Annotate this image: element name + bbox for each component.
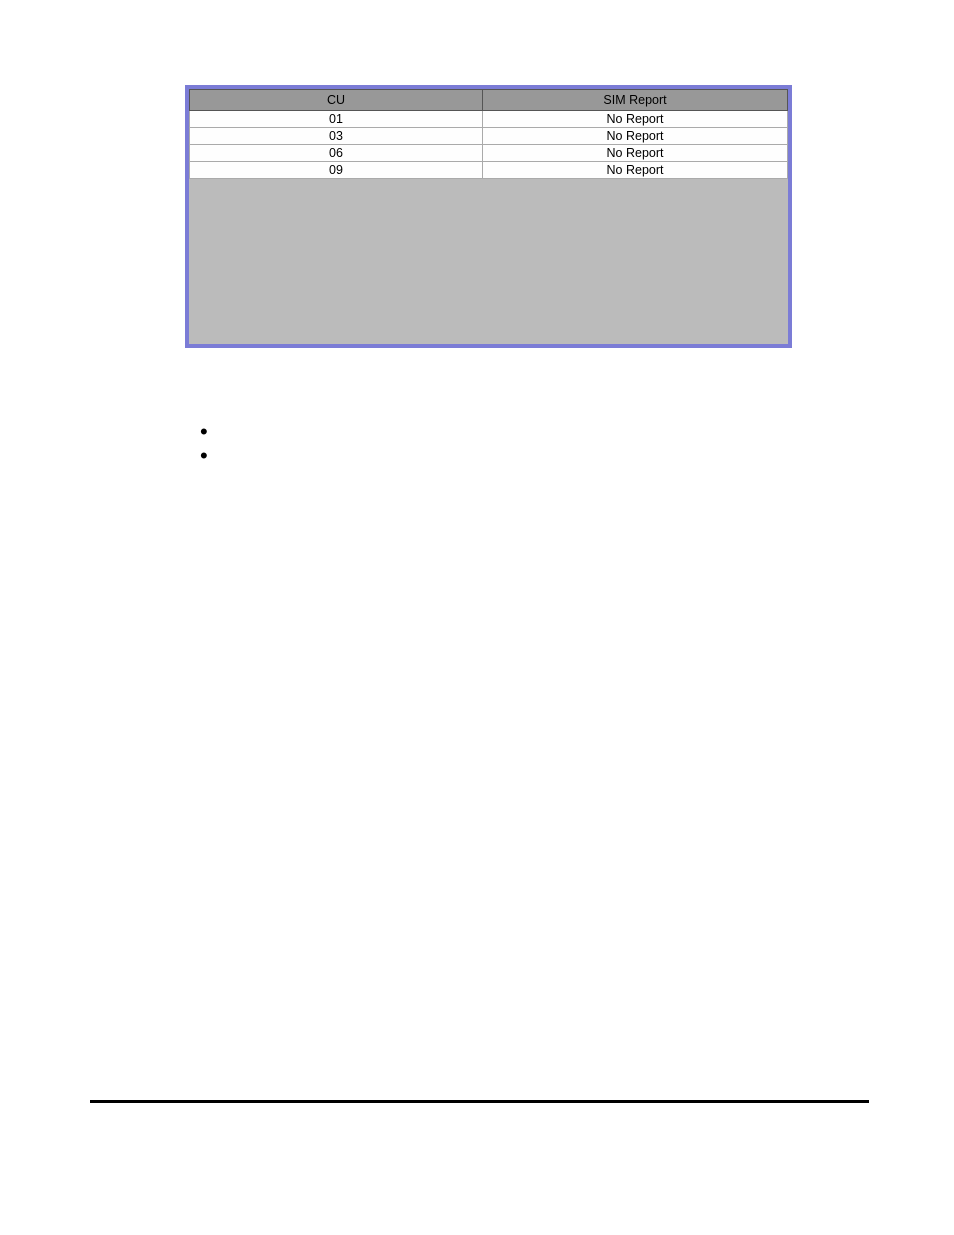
footer-divider [90, 1100, 869, 1103]
table-row: 09 No Report [190, 162, 788, 179]
content-area [185, 425, 792, 473]
table-row: 06 No Report [190, 145, 788, 162]
cell-sim-report: No Report [483, 162, 788, 179]
table-row: 03 No Report [190, 128, 788, 145]
cell-sim-report: No Report [483, 111, 788, 128]
cell-cu: 03 [190, 128, 483, 145]
table-header-row: CU SIM Report [190, 90, 788, 111]
cell-sim-report: No Report [483, 128, 788, 145]
sim-report-table-container: CU SIM Report 01 No Report 03 No Report … [185, 85, 792, 348]
sim-report-table: CU SIM Report 01 No Report 03 No Report … [189, 89, 788, 179]
cell-cu: 06 [190, 145, 483, 162]
table-row: 01 No Report [190, 111, 788, 128]
cell-sim-report: No Report [483, 145, 788, 162]
bullet-list [185, 425, 792, 459]
list-item [200, 449, 792, 459]
list-item [200, 425, 792, 435]
cell-cu: 09 [190, 162, 483, 179]
header-cu: CU [190, 90, 483, 111]
cell-cu: 01 [190, 111, 483, 128]
header-sim-report: SIM Report [483, 90, 788, 111]
